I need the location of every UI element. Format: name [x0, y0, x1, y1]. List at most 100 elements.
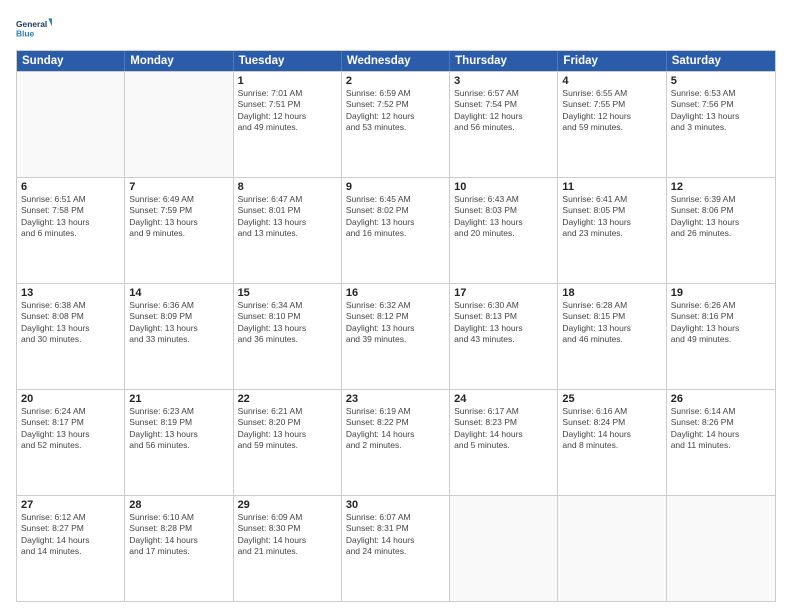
day-number: 18	[562, 287, 661, 299]
header-cell-saturday: Saturday	[667, 51, 775, 71]
calendar-cell: 9Sunrise: 6:45 AM Sunset: 8:02 PM Daylig…	[342, 178, 450, 283]
day-number: 11	[562, 181, 661, 193]
day-info: Sunrise: 6:39 AM Sunset: 8:06 PM Dayligh…	[671, 194, 771, 240]
day-info: Sunrise: 6:45 AM Sunset: 8:02 PM Dayligh…	[346, 194, 445, 240]
day-number: 16	[346, 287, 445, 299]
calendar-cell: 18Sunrise: 6:28 AM Sunset: 8:15 PM Dayli…	[558, 284, 666, 389]
calendar-cell: 1Sunrise: 7:01 AM Sunset: 7:51 PM Daylig…	[234, 72, 342, 177]
day-number: 10	[454, 181, 553, 193]
calendar-week-1: 6Sunrise: 6:51 AM Sunset: 7:58 PM Daylig…	[17, 177, 775, 283]
calendar-cell: 23Sunrise: 6:19 AM Sunset: 8:22 PM Dayli…	[342, 390, 450, 495]
calendar-header-row: SundayMondayTuesdayWednesdayThursdayFrid…	[17, 51, 775, 71]
calendar-cell: 14Sunrise: 6:36 AM Sunset: 8:09 PM Dayli…	[125, 284, 233, 389]
header: General Blue	[16, 10, 776, 46]
header-cell-monday: Monday	[125, 51, 233, 71]
day-number: 30	[346, 499, 445, 511]
calendar-cell: 11Sunrise: 6:41 AM Sunset: 8:05 PM Dayli…	[558, 178, 666, 283]
calendar: SundayMondayTuesdayWednesdayThursdayFrid…	[16, 50, 776, 602]
calendar-cell: 26Sunrise: 6:14 AM Sunset: 8:26 PM Dayli…	[667, 390, 775, 495]
calendar-week-0: 1Sunrise: 7:01 AM Sunset: 7:51 PM Daylig…	[17, 71, 775, 177]
calendar-cell: 4Sunrise: 6:55 AM Sunset: 7:55 PM Daylig…	[558, 72, 666, 177]
day-number: 2	[346, 75, 445, 87]
day-number: 28	[129, 499, 228, 511]
calendar-cell	[667, 496, 775, 601]
day-number: 6	[21, 181, 120, 193]
calendar-cell: 30Sunrise: 6:07 AM Sunset: 8:31 PM Dayli…	[342, 496, 450, 601]
day-info: Sunrise: 6:59 AM Sunset: 7:52 PM Dayligh…	[346, 88, 445, 134]
calendar-cell: 15Sunrise: 6:34 AM Sunset: 8:10 PM Dayli…	[234, 284, 342, 389]
day-info: Sunrise: 6:43 AM Sunset: 8:03 PM Dayligh…	[454, 194, 553, 240]
day-number: 26	[671, 393, 771, 405]
day-info: Sunrise: 6:55 AM Sunset: 7:55 PM Dayligh…	[562, 88, 661, 134]
calendar-cell: 24Sunrise: 6:17 AM Sunset: 8:23 PM Dayli…	[450, 390, 558, 495]
day-info: Sunrise: 6:14 AM Sunset: 8:26 PM Dayligh…	[671, 406, 771, 452]
calendar-body: 1Sunrise: 7:01 AM Sunset: 7:51 PM Daylig…	[17, 71, 775, 601]
day-info: Sunrise: 6:47 AM Sunset: 8:01 PM Dayligh…	[238, 194, 337, 240]
day-number: 17	[454, 287, 553, 299]
day-number: 22	[238, 393, 337, 405]
day-number: 5	[671, 75, 771, 87]
day-info: Sunrise: 6:19 AM Sunset: 8:22 PM Dayligh…	[346, 406, 445, 452]
day-number: 9	[346, 181, 445, 193]
header-cell-friday: Friday	[558, 51, 666, 71]
day-number: 29	[238, 499, 337, 511]
calendar-cell: 10Sunrise: 6:43 AM Sunset: 8:03 PM Dayli…	[450, 178, 558, 283]
calendar-cell: 2Sunrise: 6:59 AM Sunset: 7:52 PM Daylig…	[342, 72, 450, 177]
calendar-cell: 3Sunrise: 6:57 AM Sunset: 7:54 PM Daylig…	[450, 72, 558, 177]
header-cell-sunday: Sunday	[17, 51, 125, 71]
calendar-cell	[17, 72, 125, 177]
calendar-cell: 17Sunrise: 6:30 AM Sunset: 8:13 PM Dayli…	[450, 284, 558, 389]
day-number: 19	[671, 287, 771, 299]
day-number: 20	[21, 393, 120, 405]
day-number: 8	[238, 181, 337, 193]
calendar-cell: 6Sunrise: 6:51 AM Sunset: 7:58 PM Daylig…	[17, 178, 125, 283]
day-number: 1	[238, 75, 337, 87]
header-cell-wednesday: Wednesday	[342, 51, 450, 71]
day-number: 21	[129, 393, 228, 405]
calendar-cell: 22Sunrise: 6:21 AM Sunset: 8:20 PM Dayli…	[234, 390, 342, 495]
calendar-week-4: 27Sunrise: 6:12 AM Sunset: 8:27 PM Dayli…	[17, 495, 775, 601]
day-info: Sunrise: 6:30 AM Sunset: 8:13 PM Dayligh…	[454, 300, 553, 346]
calendar-cell	[450, 496, 558, 601]
day-info: Sunrise: 6:49 AM Sunset: 7:59 PM Dayligh…	[129, 194, 228, 240]
calendar-cell: 13Sunrise: 6:38 AM Sunset: 8:08 PM Dayli…	[17, 284, 125, 389]
day-number: 23	[346, 393, 445, 405]
header-cell-thursday: Thursday	[450, 51, 558, 71]
day-info: Sunrise: 6:09 AM Sunset: 8:30 PM Dayligh…	[238, 512, 337, 558]
day-number: 12	[671, 181, 771, 193]
day-info: Sunrise: 7:01 AM Sunset: 7:51 PM Dayligh…	[238, 88, 337, 134]
day-info: Sunrise: 6:12 AM Sunset: 8:27 PM Dayligh…	[21, 512, 120, 558]
calendar-cell: 28Sunrise: 6:10 AM Sunset: 8:28 PM Dayli…	[125, 496, 233, 601]
day-info: Sunrise: 6:21 AM Sunset: 8:20 PM Dayligh…	[238, 406, 337, 452]
day-number: 3	[454, 75, 553, 87]
calendar-cell: 8Sunrise: 6:47 AM Sunset: 8:01 PM Daylig…	[234, 178, 342, 283]
day-info: Sunrise: 6:16 AM Sunset: 8:24 PM Dayligh…	[562, 406, 661, 452]
calendar-cell: 21Sunrise: 6:23 AM Sunset: 8:19 PM Dayli…	[125, 390, 233, 495]
day-info: Sunrise: 6:26 AM Sunset: 8:16 PM Dayligh…	[671, 300, 771, 346]
calendar-cell: 20Sunrise: 6:24 AM Sunset: 8:17 PM Dayli…	[17, 390, 125, 495]
page: General Blue SundayMondayTuesdayWednesda…	[0, 0, 792, 612]
calendar-cell: 16Sunrise: 6:32 AM Sunset: 8:12 PM Dayli…	[342, 284, 450, 389]
day-number: 13	[21, 287, 120, 299]
calendar-cell	[125, 72, 233, 177]
day-number: 7	[129, 181, 228, 193]
day-info: Sunrise: 6:24 AM Sunset: 8:17 PM Dayligh…	[21, 406, 120, 452]
day-number: 15	[238, 287, 337, 299]
calendar-cell: 5Sunrise: 6:53 AM Sunset: 7:56 PM Daylig…	[667, 72, 775, 177]
calendar-week-2: 13Sunrise: 6:38 AM Sunset: 8:08 PM Dayli…	[17, 283, 775, 389]
day-info: Sunrise: 6:53 AM Sunset: 7:56 PM Dayligh…	[671, 88, 771, 134]
day-info: Sunrise: 6:38 AM Sunset: 8:08 PM Dayligh…	[21, 300, 120, 346]
calendar-cell: 29Sunrise: 6:09 AM Sunset: 8:30 PM Dayli…	[234, 496, 342, 601]
day-number: 4	[562, 75, 661, 87]
day-number: 27	[21, 499, 120, 511]
day-info: Sunrise: 6:23 AM Sunset: 8:19 PM Dayligh…	[129, 406, 228, 452]
calendar-cell	[558, 496, 666, 601]
calendar-cell: 27Sunrise: 6:12 AM Sunset: 8:27 PM Dayli…	[17, 496, 125, 601]
header-cell-tuesday: Tuesday	[234, 51, 342, 71]
calendar-cell: 19Sunrise: 6:26 AM Sunset: 8:16 PM Dayli…	[667, 284, 775, 389]
day-info: Sunrise: 6:17 AM Sunset: 8:23 PM Dayligh…	[454, 406, 553, 452]
calendar-week-3: 20Sunrise: 6:24 AM Sunset: 8:17 PM Dayli…	[17, 389, 775, 495]
day-info: Sunrise: 6:07 AM Sunset: 8:31 PM Dayligh…	[346, 512, 445, 558]
day-info: Sunrise: 6:36 AM Sunset: 8:09 PM Dayligh…	[129, 300, 228, 346]
svg-text:General: General	[16, 19, 47, 29]
